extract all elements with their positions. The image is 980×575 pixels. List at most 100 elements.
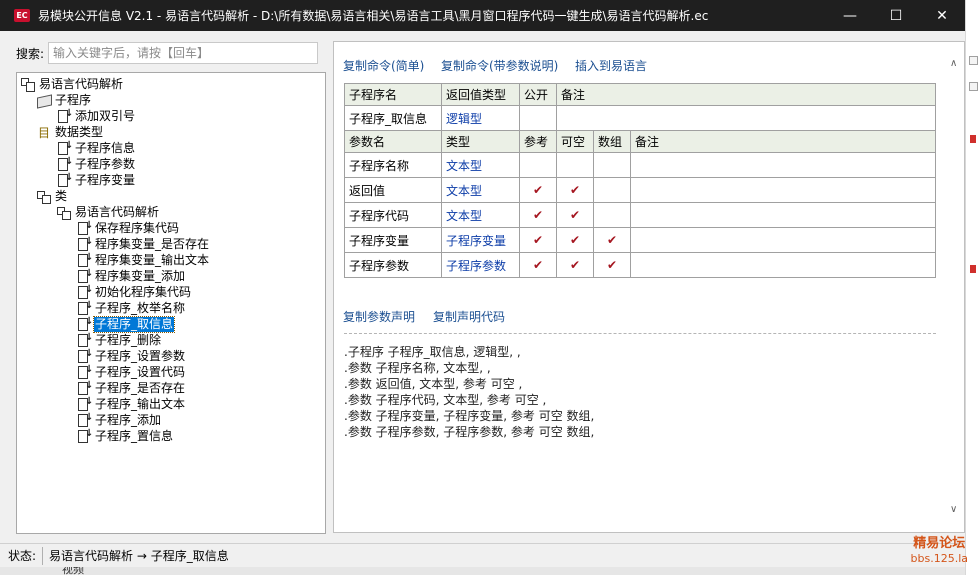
method-icon [77,412,93,427]
method-icon [77,364,93,379]
param-name-cell: 子程序变量 [344,227,442,253]
public-cell [519,105,557,131]
tree-node-root[interactable]: 易语言代码解析 [21,76,124,92]
param-name-cell: 子程序参数 [344,252,442,278]
table-row: 子程序参数 子程序参数 ✔ ✔ ✔ [344,252,936,278]
header-cell: 公开 [519,83,557,106]
param-name-cell: 返回值 [344,177,442,203]
background-window-marker [969,82,978,91]
param-type-cell[interactable]: 文本型 [441,202,520,228]
tree-node-datatypes[interactable]: 数据类型 [37,124,104,141]
tree-node-method[interactable]: 子程序_设置参数 [77,348,186,364]
scroll-down-arrow-icon[interactable]: ∨ [950,504,957,515]
copy-command-with-params-link[interactable]: 复制命令(带参数说明) [441,57,558,74]
tree-node-method[interactable]: 子程序_输出文本 [77,396,186,412]
background-window-strip [965,0,980,575]
subprogram-icon [57,108,73,123]
forum-watermark-logo: 精易论坛 bbs.125.la [911,536,968,566]
tree-node-method[interactable]: 子程序_添加 [77,412,162,428]
tree-node-subprogram[interactable]: 添加双引号 [57,108,136,124]
table-row: 返回值 文本型 ✔ ✔ [344,177,936,203]
tree-node-label: 数据类型 [55,124,104,139]
array-check-cell: ✔ [593,252,631,278]
tree-node-method[interactable]: 子程序_设置代码 [77,364,186,380]
tree-node-method[interactable]: 程序集变量_输出文本 [77,252,210,268]
param-type-cell[interactable]: 文本型 [441,177,520,203]
close-button[interactable]: ✕ [919,0,965,31]
tree-node-subprograms[interactable]: 子程序 [37,92,92,108]
tree-node-method-selected[interactable]: 子程序_取信息 [77,315,176,333]
nullable-check-cell: ✔ [556,177,594,203]
copy-command-simple-link[interactable]: 复制命令(简单) [343,57,424,74]
header-cell: 返回值类型 [441,83,520,106]
tree-node-label: 程序集变量_是否存在 [95,236,210,251]
ref-check-cell: ✔ [519,202,557,228]
tree-view[interactable]: 易语言代码解析 子程序 添加双引号 数据类型 子程序信息 子程序参数 子程序变量 [16,72,326,534]
tree-node-method[interactable]: 子程序_删除 [77,332,162,348]
table-header-row: 参数名 类型 参考 可空 数组 备注 [344,130,936,153]
watermark-title: 精易论坛 [913,536,966,551]
code-line: .参数 子程序代码, 文本型, 参考 可空 , [344,393,547,407]
ref-check-cell: ✔ [519,252,557,278]
subprogram-name-cell: 子程序_取信息 [344,105,442,131]
tree-node-label: 子程序 [55,92,92,107]
background-window-marker [969,56,978,65]
vertical-scrollbar[interactable]: ∧ ∨ [947,42,964,532]
table-header-row: 子程序名 返回值类型 公开 备注 [344,83,936,106]
background-window-accent [970,135,976,143]
tree-node-datatype[interactable]: 子程序信息 [57,140,136,156]
tree-node-method[interactable]: 程序集变量_是否存在 [77,236,210,252]
tree-node-class[interactable]: 易语言代码解析 [57,204,160,220]
tree-node-method[interactable]: 保存程序集代码 [77,220,180,236]
tree-node-label: 保存程序集代码 [95,220,180,235]
background-window-accent [970,265,976,273]
copy-declaration-code-link[interactable]: 复制声明代码 [433,308,505,325]
param-type-cell[interactable]: 文本型 [441,152,520,178]
nullable-check-cell: ✔ [556,252,594,278]
tree-node-label: 子程序_取信息 [92,315,176,333]
method-icon [77,236,93,251]
subprogram-info-table: 子程序名 返回值类型 公开 备注 子程序_取信息 逻辑型 参数名 类型 参考 可… [344,83,936,278]
nullable-check-cell: ✔ [556,202,594,228]
return-type-cell[interactable]: 逻辑型 [441,105,520,131]
tree-node-method[interactable]: 子程序_置信息 [77,428,174,444]
module-icon [21,77,35,92]
header-cell: 可空 [556,130,594,153]
insert-to-eyuyan-link[interactable]: 插入到易语言 [575,57,647,74]
method-icon [77,316,93,331]
tree-node-method[interactable]: 程序集变量_添加 [77,268,186,284]
title-bar[interactable]: EC 易模块公开信息 V2.1 - 易语言代码解析 - D:\所有数据\易语言相… [0,0,965,31]
search-input[interactable] [48,42,319,64]
header-cell: 子程序名 [344,83,442,106]
tree-node-class-group[interactable]: 类 [37,188,68,204]
tree-node-label: 子程序_置信息 [95,428,174,443]
method-icon [77,428,93,443]
tree-node-datatype[interactable]: 子程序变量 [57,172,136,188]
method-icon [77,380,93,395]
copy-param-declaration-link[interactable]: 复制参数声明 [343,308,415,325]
declaration-code[interactable]: .子程序 子程序_取信息, 逻辑型, , .参数 子程序名称, 文本型, , .… [344,344,594,440]
header-cell: 参考 [519,130,557,153]
datatype-icon [57,172,73,187]
class-icon [57,206,71,220]
tree-node-label: 子程序_添加 [95,412,162,427]
minimize-button[interactable]: — [827,0,873,31]
array-check-cell [593,152,631,178]
tree-node-method[interactable]: 初始化程序集代码 [77,284,192,300]
tree-node-method[interactable]: 子程序_是否存在 [77,380,186,396]
tree-node-label: 子程序参数 [75,156,136,171]
tree-node-label: 子程序_设置参数 [95,348,186,363]
tree-node-label: 程序集变量_添加 [95,268,186,283]
maximize-button[interactable]: ☐ [873,0,919,31]
tree-node-datatype[interactable]: 子程序参数 [57,156,136,172]
method-icon [77,252,93,267]
dashed-separator [344,333,936,334]
tree-node-method[interactable]: 子程序_枚举名称 [77,300,186,316]
status-bar: 状态: 易语言代码解析 → 子程序_取信息 [0,543,965,567]
param-type-cell[interactable]: 子程序参数 [441,252,520,278]
ref-check-cell: ✔ [519,177,557,203]
method-icon [77,396,93,411]
param-type-cell[interactable]: 子程序变量 [441,227,520,253]
scroll-up-arrow-icon[interactable]: ∧ [950,58,957,69]
nullable-check-cell: ✔ [556,227,594,253]
